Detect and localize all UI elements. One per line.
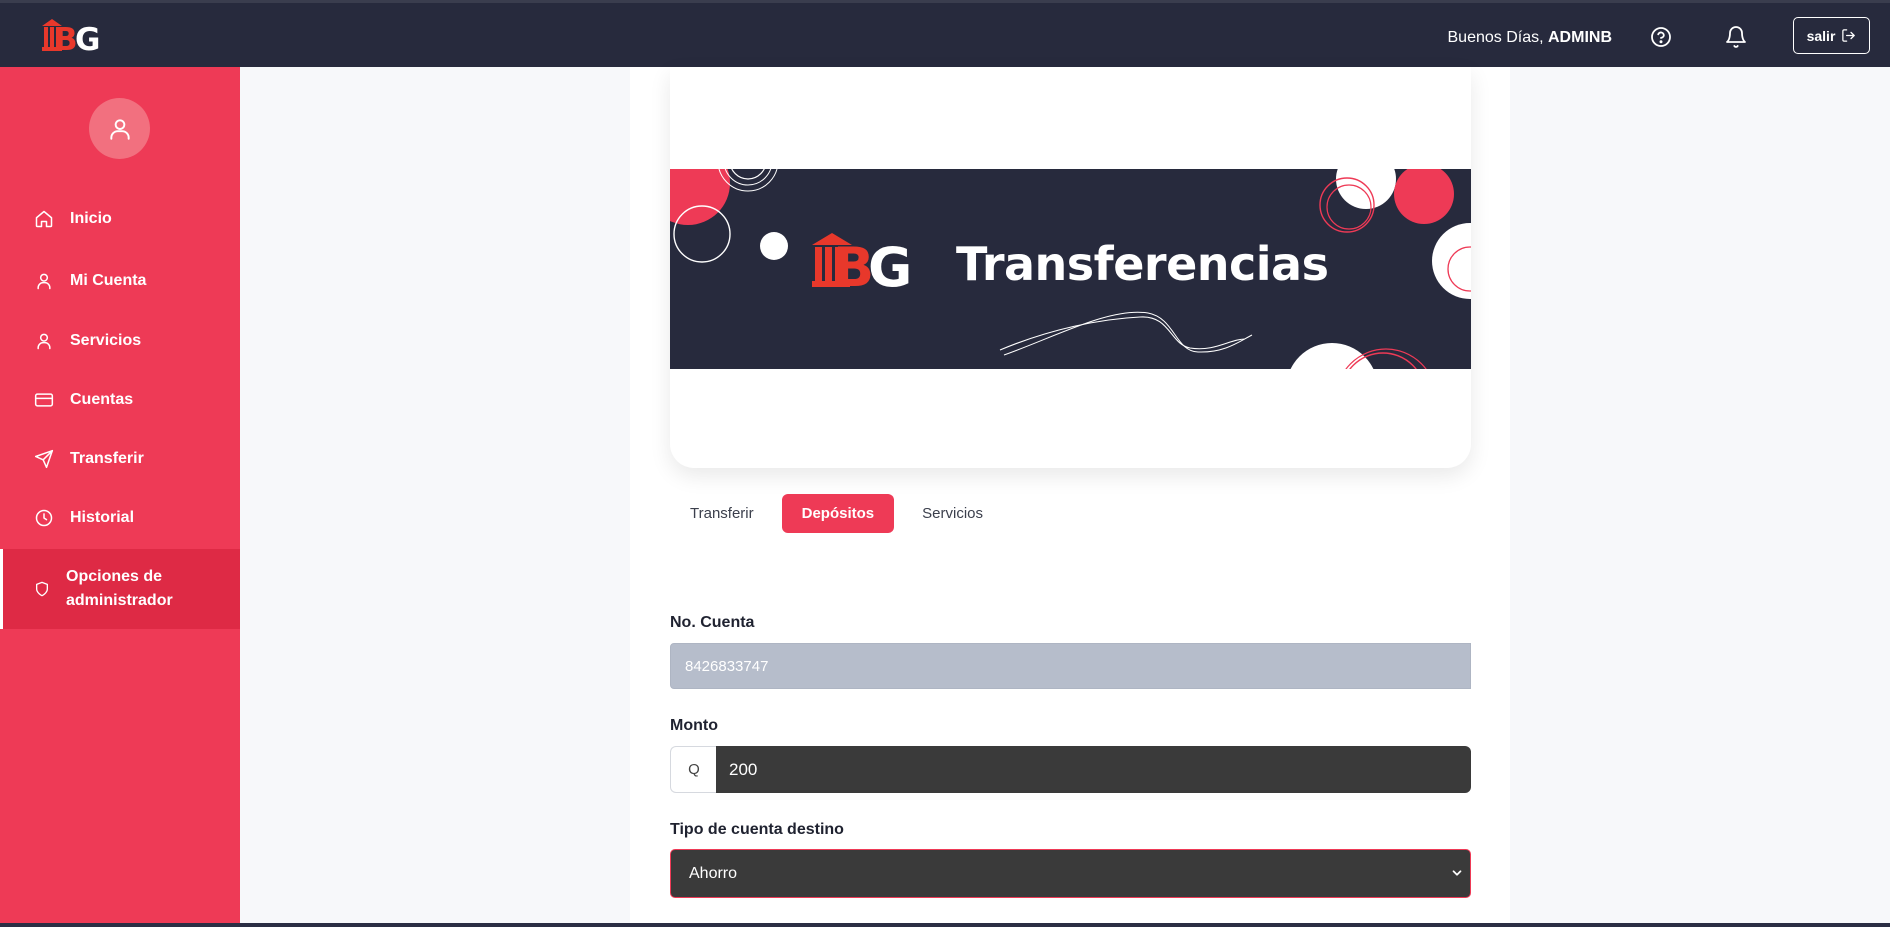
svg-text:G: G [75, 22, 100, 53]
user-icon [109, 118, 130, 140]
top-navbar: B G Buenos Días, ADMINB salir [0, 0, 1890, 67]
greeting-prefix: Buenos Días, [1447, 29, 1548, 46]
tab-bar: Transferir Depósitos Servicios [670, 493, 1011, 533]
svg-text:G: G [868, 236, 912, 289]
sidebar-item-transferir[interactable]: Transferir [0, 437, 240, 481]
sidebar-item-servicios[interactable]: Servicios [0, 319, 240, 363]
logout-button[interactable]: salir [1793, 17, 1870, 54]
clock-icon [35, 509, 53, 527]
tab-servicios[interactable]: Servicios [902, 494, 1003, 533]
destination-type-label: Tipo de cuenta destino [670, 821, 844, 838]
shield-icon [36, 581, 48, 597]
sidebar-item-cuentas[interactable]: Cuentas [0, 378, 240, 422]
bottom-edge [0, 923, 1890, 927]
destination-type-select[interactable]: Ahorro [670, 849, 1471, 898]
banner-card: B G Transferencias [670, 67, 1471, 468]
tab-transferir[interactable]: Transferir [670, 494, 774, 533]
sidebar-item-label: Opciones de administrador [66, 568, 173, 609]
sidebar-item-historial[interactable]: Historial [0, 496, 240, 540]
bell-icon[interactable] [1724, 25, 1748, 49]
account-number-label: No. Cuenta [670, 614, 755, 631]
avatar[interactable] [89, 98, 150, 159]
sidebar-item-inicio[interactable]: Inicio [0, 197, 240, 241]
banner-brand-logo: B G [812, 233, 912, 289]
sidebar-item-label: Cuentas [70, 391, 134, 408]
currency-prefix: Q [670, 746, 717, 793]
credit-card-icon [34, 393, 54, 407]
logout-label: salir [1806, 27, 1836, 44]
home-icon [35, 210, 53, 228]
chevron-down-icon [1452, 870, 1462, 876]
amount-label: Monto [670, 717, 718, 734]
username: ADMINB [1548, 29, 1612, 46]
sidebar: Inicio Mi Cuenta Servicios Cuentas Trans… [0, 67, 240, 923]
user-icon [37, 333, 51, 350]
log-out-icon [1842, 29, 1856, 42]
sidebar-item-opciones-de-administrador[interactable]: Opciones de administrador [0, 549, 240, 629]
help-circle-icon[interactable] [1649, 25, 1673, 49]
sidebar-item-mi-cuenta[interactable]: Mi Cuenta [0, 259, 240, 303]
sidebar-item-label: Inicio [70, 210, 112, 227]
send-icon [34, 449, 54, 469]
banner-title: Transferencias [956, 237, 1329, 291]
amount-input[interactable] [716, 746, 1471, 793]
sidebar-item-label: Historial [70, 509, 135, 526]
sidebar-item-label: Servicios [70, 332, 142, 349]
greeting-text: Buenos Días, ADMINB [1448, 29, 1613, 47]
user-icon [37, 273, 51, 290]
sidebar-item-label: Transferir [70, 450, 144, 467]
tab-depositos[interactable]: Depósitos [781, 493, 895, 533]
account-number-input[interactable] [670, 643, 1471, 689]
transferencias-banner: B G Transferencias [670, 169, 1471, 369]
sidebar-item-label: Mi Cuenta [70, 272, 147, 289]
destination-type-value: Ahorro [689, 864, 738, 882]
brand-logo[interactable]: B G [40, 17, 102, 53]
